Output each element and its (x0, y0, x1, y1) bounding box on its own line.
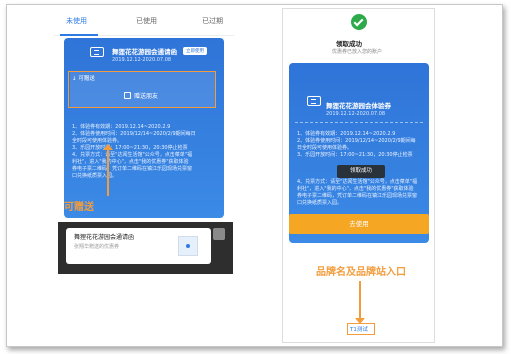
rule-line: 利社"，进入"我的中心"，点击"我的优惠券"获取体验 (72, 159, 189, 165)
rule-line: 3、乐园开放时间：17:00~21:30，20:30停止检票 (72, 145, 188, 151)
coupon-date: 2019.12.12-2020.07.08 (112, 57, 172, 63)
coupon-title: 舞狸花花游园会通请函 (112, 48, 177, 56)
tab-unused[interactable]: 未使用 (66, 16, 87, 26)
active-tab-indicator (60, 34, 98, 36)
annotation-label: 品牌名及品牌站入口 (316, 267, 406, 278)
annotation-arrow (107, 148, 109, 196)
annotation-label: 可赠送 (64, 202, 94, 213)
rule-line: 口兑换纸质票入园。 (72, 173, 118, 179)
coupon-card[interactable]: 1、体验券有效期：2019.12.14~2020.2.9 2、体验券使用时间：2… (64, 38, 224, 218)
highlight-box (68, 71, 216, 108)
coupon-badge[interactable]: 立即使用 (183, 47, 207, 55)
rule-line: 4、兑票方式：请至"达闻生活馆"公众号，点击菜单"福 (72, 152, 193, 158)
coupon-title: 舞狸花花游园会体验券 (326, 102, 391, 110)
rule-line: 2、体验券使用时间：2019/12/14~2020/2/9期间每日 (72, 131, 196, 137)
location-icon (186, 244, 190, 248)
divider (295, 122, 423, 123)
tab-used[interactable]: 已使用 (136, 16, 157, 26)
rule-line: 券电子票二维码，凭订单二维码在镇江乐园现场兑票窗 (297, 193, 418, 199)
success-subtitle: 优惠券已放入您的账户 (332, 49, 383, 55)
success-title: 领取成功 (336, 40, 362, 48)
annotation-arrow (359, 281, 361, 321)
rule-line: 日全时段可使用体验券。 (297, 145, 353, 151)
use-button[interactable]: 去使用 (289, 214, 429, 234)
coupon-tabs: 未使用 已使用 已过期 (54, 12, 234, 36)
rule-line: 1、体验券有效期：2019.12.14~2020.2.9 (297, 131, 396, 137)
ticket-icon (307, 96, 321, 106)
rule-line: 4、兑票方式：请至"达闻生活馆"公众号，点击菜单"福 (297, 179, 418, 185)
rule-line: 券电子票二维码，凭订单二维码在镇江乐园现场兑票窗 (72, 166, 193, 172)
share-title: 舞狸花花游园会通请函 (74, 234, 135, 241)
brand-link[interactable]: T1测试 (350, 325, 368, 333)
rule-line: 口兑换纸质票入园。 (297, 200, 343, 206)
rule-line: 3、乐园开放时间：17:00~21:30，20:30停止检票 (297, 152, 413, 158)
share-subtitle: 张翔华赠送的优惠券 (74, 244, 120, 250)
ticket-icon (90, 47, 104, 57)
avatar (213, 228, 225, 240)
toast-message: 领取成功 (337, 165, 385, 178)
rule-line: 利社"，进入"我的中心"，点击"我的优惠券"获取体验 (297, 186, 414, 192)
rule-line: 全时段可使用体验券。 (72, 138, 123, 144)
rule-line: 1、体验券有效期：2019.12.14~2020.2.9 (72, 124, 171, 130)
rule-line: 2、体验券使用时间：2019/12/14~2020/2/9期间每 (297, 138, 416, 144)
coupon-date: 2019.12.12-2020.07.08 (326, 111, 386, 117)
tab-expired[interactable]: 已过期 (202, 16, 223, 26)
